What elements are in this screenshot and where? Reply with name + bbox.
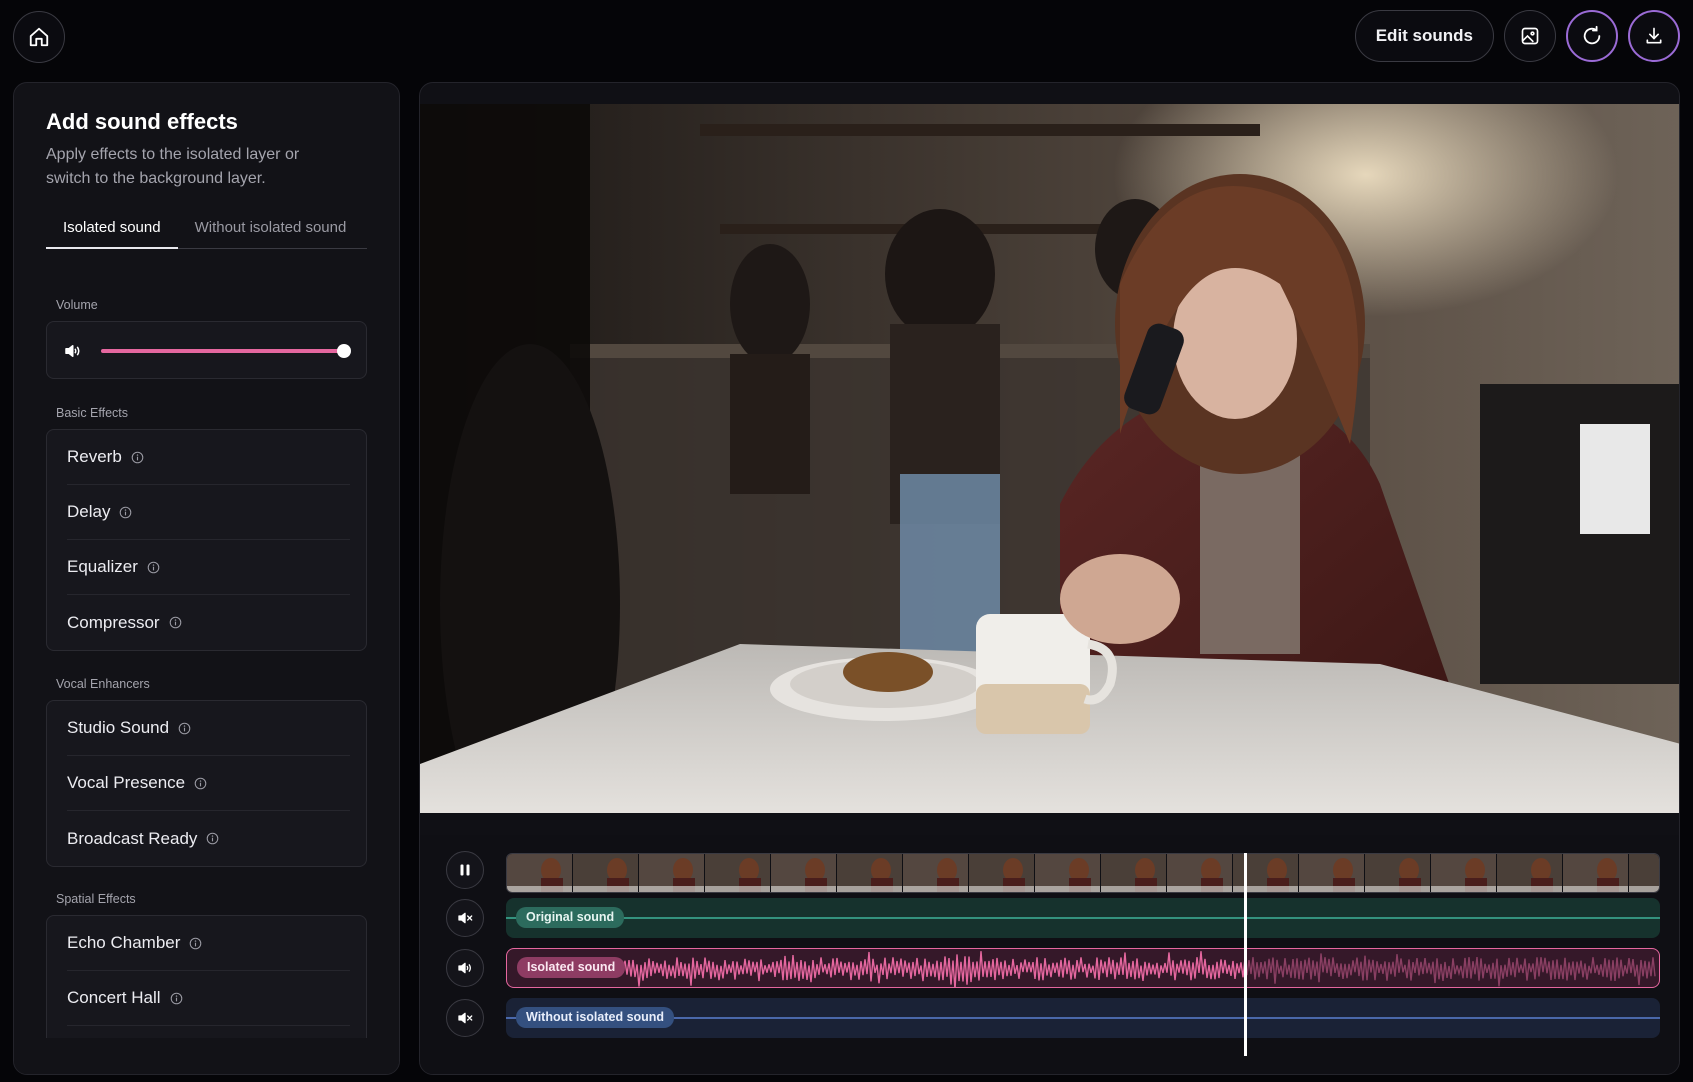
tab-without-isolated-sound[interactable]: Without isolated sound [178,215,364,249]
effect-reverb[interactable]: Reverb [67,430,350,485]
filmstrip-frames [507,854,1659,892]
effect-concert-hall[interactable]: Concert Hall [67,971,350,1026]
section-label-spatial-effects: Spatial Effects [56,892,136,906]
video-preview[interactable] [420,104,1679,813]
timeline: Original sound Isolated sound Without is… [420,835,1679,1074]
filmstrip-frame [837,854,902,892]
video-filmstrip[interactable] [506,853,1660,893]
filmstrip-frame [969,854,1034,892]
volume-slider[interactable] [101,344,351,358]
effect-delay[interactable]: Delay [67,485,350,540]
muted-speaker-icon [458,1012,473,1024]
toolbar: Edit sounds [1354,10,1680,62]
info-icon[interactable] [194,777,207,790]
playhead[interactable] [1243,853,1247,1056]
speaker-icon [65,345,80,357]
muted-speaker-icon [458,912,473,924]
sound-effects-panel: Add sound effects Apply effects to the i… [13,82,400,1075]
info-icon[interactable] [189,937,202,950]
track-label: Isolated sound [517,957,626,978]
filmstrip-frame [771,854,836,892]
filmstrip-frame [1167,854,1232,892]
without-isolated-waveform [506,1017,1660,1019]
effect-label: Vocal Presence [67,773,186,792]
waveform-played [616,951,1246,987]
waveform-unplayed [1246,953,1656,987]
track-original-sound[interactable]: Original sound [506,898,1660,938]
vocal-enhancers-list: Studio Sound Vocal Presence Broadcast Re… [46,700,367,867]
section-label-vocal-enhancers: Vocal Enhancers [56,677,150,691]
filmstrip-frame [1365,854,1430,892]
mute-toggle-isolated[interactable] [446,949,484,987]
edit-sounds-button[interactable]: Edit sounds [1354,10,1494,62]
refresh-button[interactable] [1566,10,1618,62]
effect-label: Concert Hall [67,988,161,1007]
info-icon[interactable] [169,616,182,629]
effect-label: Equalizer [67,557,138,576]
basic-effects-list: Reverb Delay Equalizer Compressor [46,429,367,651]
effect-label: Reverb [67,447,122,466]
effect-echo-chamber[interactable]: Echo Chamber [67,916,350,971]
volume-control [46,321,367,379]
image-icon [1521,27,1539,45]
info-icon[interactable] [170,992,183,1005]
mute-toggle-original[interactable] [446,899,484,937]
section-label-basic-effects: Basic Effects [56,406,129,420]
filmstrip-frame [1629,854,1659,892]
info-icon[interactable] [147,561,160,574]
original-waveform [506,917,1660,919]
panel-subtitle: Apply effects to the isolated layer or s… [46,146,300,187]
filmstrip-frame [1431,854,1496,892]
refresh-icon [1583,25,1601,45]
filmstrip-frame [1101,854,1166,892]
effect-compressor[interactable]: Compressor [67,595,350,650]
info-icon[interactable] [178,722,191,735]
panel-title: Add sound effects [46,109,238,134]
isolated-waveform [616,951,1656,987]
track-without-isolated-sound[interactable]: Without isolated sound [506,998,1660,1038]
video-frame [420,104,1679,813]
layer-tabs: Isolated sound Without isolated sound [46,215,367,249]
filmstrip-frame [573,854,638,892]
volume-slider-thumb[interactable] [337,344,351,358]
effect-label: Broadcast Ready [67,828,198,848]
home-icon [29,27,49,47]
effect-label: Studio Sound [67,718,170,737]
filmstrip-frame [1035,854,1100,892]
tab-isolated-sound[interactable]: Isolated sound [46,215,178,249]
filmstrip-frame [1563,854,1628,892]
volume-slider-fill [101,349,344,353]
volume-label: Volume [56,298,98,312]
effect-vocal-presence[interactable]: Vocal Presence [67,756,350,811]
track-label: Without isolated sound [516,1007,675,1028]
info-icon[interactable] [206,832,219,845]
editor-panel: Original sound Isolated sound Without is… [419,82,1680,1075]
effect-studio-sound[interactable]: Studio Sound [67,701,350,756]
effect-equalizer[interactable]: Equalizer [67,540,350,595]
info-icon[interactable] [131,451,144,464]
filmstrip-frame [639,854,704,892]
filmstrip-frame [507,854,572,892]
home-button[interactable] [13,11,65,63]
effect-label: Compressor [67,612,160,632]
image-button[interactable] [1504,10,1556,62]
info-icon[interactable] [119,506,132,519]
download-button[interactable] [1628,10,1680,62]
track-label: Original sound [516,907,625,928]
speaker-icon [458,962,471,974]
effect-label: Delay [67,502,111,521]
track-isolated-sound[interactable]: Isolated sound [506,948,1660,988]
mute-toggle-without-isolated[interactable] [446,999,484,1037]
filmstrip-frame [903,854,968,892]
effect-broadcast-ready[interactable]: Broadcast Ready [67,811,350,866]
pause-button[interactable] [446,851,484,889]
effect-label: Echo Chamber [67,933,181,952]
filmstrip-frame [1299,854,1364,892]
filmstrip-frame [1497,854,1562,892]
pause-icon [460,864,470,876]
download-icon [1646,27,1662,44]
panel-scroll-fade [14,1038,399,1074]
filmstrip-frame [705,854,770,892]
